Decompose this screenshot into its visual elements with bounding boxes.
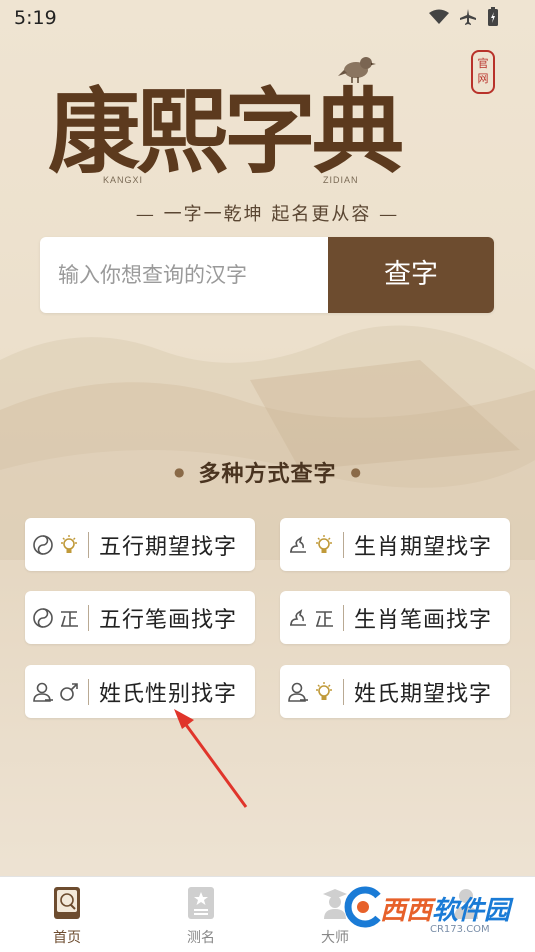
watermark-subtext: CR173.COM <box>430 924 490 935</box>
lightbulb-icon <box>61 534 77 553</box>
tab-label: 测名 <box>187 930 215 946</box>
search-bar: 输入你想查询的汉字 查字 <box>40 237 494 313</box>
status-bar: 5:19 <box>0 0 535 36</box>
tab-name-test[interactable]: 测名 <box>166 877 236 952</box>
decor-dot-right-icon: ● <box>350 465 361 479</box>
section-title: 多种方式查字 <box>198 462 337 487</box>
bird-icon <box>338 57 376 83</box>
method-card-zodiac-wish[interactable]: 生肖期望找字 <box>280 518 510 571</box>
method-card-zodiac-stroke[interactable]: 生肖笔画找字 <box>280 591 510 644</box>
person-icon <box>33 682 53 702</box>
method-label: 生肖笔画找字 <box>354 607 493 633</box>
stroke-icon <box>61 610 78 627</box>
official-seal: 官网 <box>471 50 495 94</box>
wifi-icon <box>429 9 449 24</box>
search-button[interactable]: 查字 <box>328 237 494 313</box>
card-divider <box>343 604 344 631</box>
airplane-mode-icon <box>460 9 476 25</box>
method-label: 姓氏期望找字 <box>354 681 493 707</box>
zodiac-icon <box>290 608 306 626</box>
logo-pinyin-left: KANGXI <box>103 175 144 185</box>
card-divider <box>343 531 344 558</box>
status-time: 5:19 <box>14 7 57 29</box>
method-card-surname-gender[interactable]: 姓氏性别找字 <box>25 665 255 718</box>
dictionary-icon <box>54 887 80 919</box>
method-label: 生肖期望找字 <box>354 534 493 560</box>
slogan: — 一字一乾坤 起名更从容 — <box>135 204 400 225</box>
card-divider <box>88 604 89 631</box>
watermark-text: 西西软件园 <box>380 896 511 926</box>
star-card-icon <box>188 887 214 919</box>
logo-pinyin-right: ZIDIAN <box>323 175 359 185</box>
method-card-wuxing-wish[interactable]: 五行期望找字 <box>25 518 255 571</box>
search-input[interactable]: 输入你想查询的汉字 <box>58 237 247 313</box>
stroke-icon <box>316 610 333 627</box>
male-icon <box>60 682 78 701</box>
method-label: 姓氏性别找字 <box>99 681 238 707</box>
method-card-surname-wish[interactable]: 姓氏期望找字 <box>280 665 510 718</box>
watermark: 西西软件园 CR173.COM <box>340 880 535 944</box>
logo-title: 康熙字典 <box>48 78 404 186</box>
card-divider <box>88 531 89 558</box>
card-divider <box>343 678 344 705</box>
wuxing-icon <box>33 607 53 628</box>
wuxing-icon <box>33 534 53 555</box>
method-label: 五行笔画找字 <box>99 607 238 633</box>
status-icons <box>429 7 499 27</box>
tab-label: 首页 <box>53 930 81 946</box>
tab-home[interactable]: 首页 <box>32 877 102 952</box>
zodiac-icon <box>290 535 306 553</box>
decor-dot-left-icon: ● <box>174 465 185 479</box>
method-label: 五行期望找字 <box>99 534 238 560</box>
person-icon <box>288 682 308 702</box>
battery-icon <box>488 7 498 26</box>
card-divider <box>88 678 89 705</box>
method-card-wuxing-stroke[interactable]: 五行笔画找字 <box>25 591 255 644</box>
section-header: ● 多种方式查字 ● <box>0 454 535 490</box>
app-logo: 康熙字典 <box>48 57 488 192</box>
lightbulb-icon <box>316 681 332 700</box>
lightbulb-icon <box>316 534 332 553</box>
